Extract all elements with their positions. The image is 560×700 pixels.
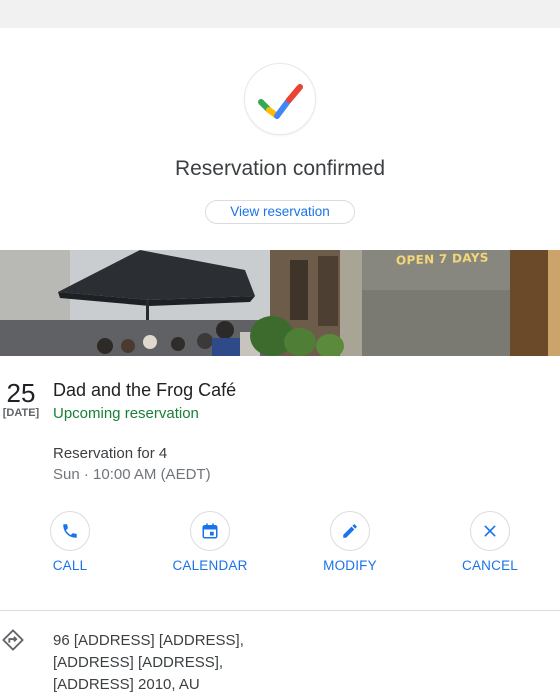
venue-address: 96 [ADDRESS] [ADDRESS], [ADDRESS] [ADDRE…	[53, 630, 244, 696]
call-button-circle[interactable]	[50, 511, 90, 551]
reservation-day: 25	[6, 378, 36, 408]
modify-label: MODIFY	[323, 558, 377, 573]
check-icon	[258, 84, 303, 119]
venue-name: Dad and the Frog Café	[53, 380, 237, 400]
modify-button[interactable]: MODIFY	[290, 511, 410, 573]
call-button[interactable]: CALL	[10, 511, 130, 573]
modify-button-circle[interactable]	[330, 511, 370, 551]
pencil-icon	[343, 524, 357, 538]
top-bar	[0, 0, 560, 28]
address-line-2: [ADDRESS] [ADDRESS],	[53, 654, 224, 671]
confirmation-title: Reservation confirmed	[174, 157, 386, 180]
calendar-icon	[202, 523, 218, 539]
cancel-button-circle[interactable]	[470, 511, 510, 551]
close-icon	[484, 525, 496, 537]
reservation-date-label: [DATE]	[2, 407, 40, 419]
party-size: Reservation for 4	[53, 445, 168, 462]
cancel-label: CANCEL	[462, 558, 518, 573]
address-line-3: [ADDRESS] 2010, AU	[53, 676, 200, 693]
confirmed-check-badge	[244, 63, 316, 135]
reservation-status: Upcoming reservation	[53, 405, 199, 422]
view-reservation-button[interactable]: View reservation	[205, 200, 355, 224]
call-label: CALL	[52, 558, 88, 573]
phone-icon	[63, 524, 77, 538]
cancel-button[interactable]: CANCEL	[430, 511, 550, 573]
calendar-label: CALENDAR	[172, 558, 248, 573]
directions-icon[interactable]	[2, 629, 24, 651]
address-line-1: 96 [ADDRESS] [ADDRESS],	[53, 632, 244, 649]
venue-photo	[0, 250, 560, 356]
reservation-time: Sun · 10:00 AM (AEDT)	[53, 466, 211, 483]
calendar-button-circle[interactable]	[190, 511, 230, 551]
calendar-button[interactable]: CALENDAR	[150, 511, 270, 573]
section-divider	[0, 610, 560, 611]
